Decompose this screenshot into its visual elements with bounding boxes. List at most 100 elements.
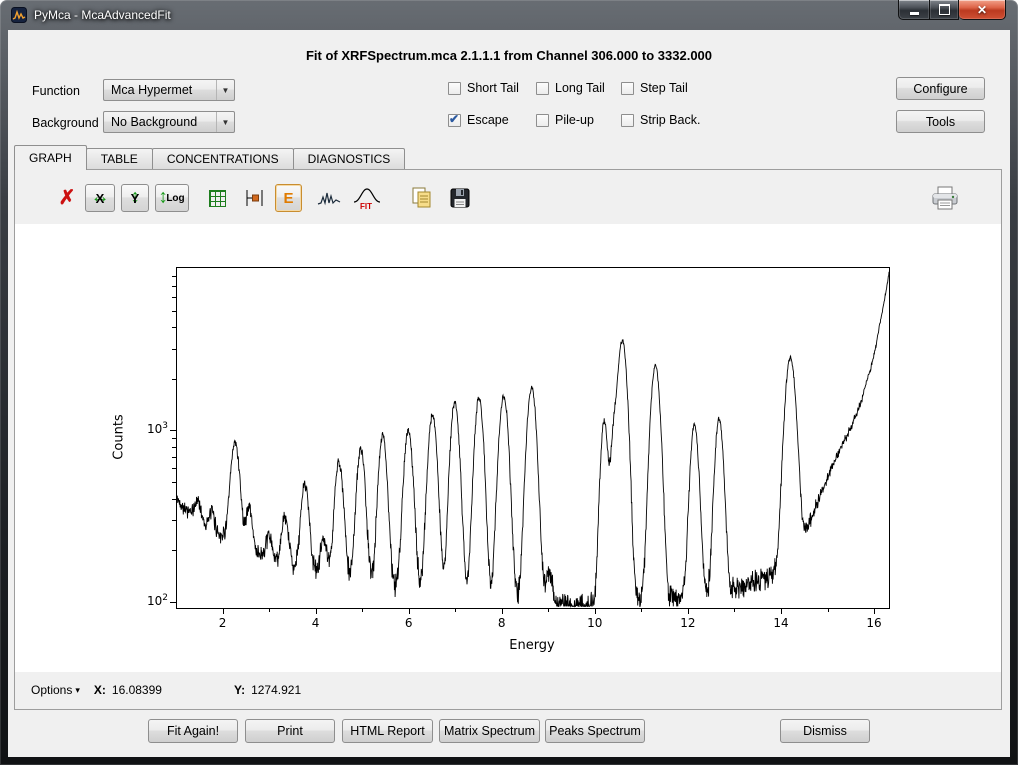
checkbox-strip-back[interactable]: Strip Back. xyxy=(621,113,700,127)
tick-mark xyxy=(170,430,176,431)
window-content: Fit of XRFSpectrum.mca 2.1.1.1 from Chan… xyxy=(8,30,1010,757)
fit-header-title: Fit of XRFSpectrum.mca 2.1.1.1 from Chan… xyxy=(8,48,1010,63)
dismiss-button[interactable]: Dismiss xyxy=(780,719,870,743)
minimize-button[interactable] xyxy=(898,0,930,20)
function-label: Function xyxy=(32,84,80,98)
cursor-x-value: 16.08399 xyxy=(112,683,162,697)
derivative-plot-icon[interactable] xyxy=(316,184,342,212)
spectrum-curve xyxy=(177,272,889,607)
tab-concentrations[interactable]: CONCENTRATIONS xyxy=(152,148,294,169)
tick-mark xyxy=(455,609,456,612)
fit-icon[interactable]: FIT xyxy=(352,184,382,212)
peaks-spectrum-button[interactable]: Peaks Spectrum xyxy=(545,719,645,743)
graph-tab-panel: ✗ ↔ X ↕ Y ↕ Log E xyxy=(14,169,1002,710)
tick-mark xyxy=(172,468,176,469)
tick-mark xyxy=(172,499,176,500)
tick-mark xyxy=(688,609,689,614)
cursor-y-value: 1274.921 xyxy=(251,683,301,697)
grid-toggle-icon[interactable] xyxy=(205,184,229,212)
fit-again-button[interactable]: Fit Again! xyxy=(148,719,238,743)
tick-mark xyxy=(595,609,596,614)
html-report-button[interactable]: HTML Report xyxy=(342,719,433,743)
y-axis-title: Counts xyxy=(112,414,127,459)
options-button[interactable]: Options ▾ xyxy=(31,683,80,697)
window-title: PyMca - McaAdvancedFit xyxy=(34,8,171,22)
x-tick-label: 8 xyxy=(498,616,506,630)
tick-mark xyxy=(172,349,176,350)
options-label: Options xyxy=(31,683,72,697)
x-tick-label: 16 xyxy=(866,616,881,630)
app-window: PyMca - McaAdvancedFit ✕ Fit of XRFSpect… xyxy=(0,0,1018,765)
configure-button[interactable]: Configure xyxy=(896,77,985,100)
energy-toggle-button[interactable]: E xyxy=(275,184,302,212)
energy-label: E xyxy=(283,190,293,207)
tick-mark xyxy=(874,609,875,614)
chevron-down-icon: ▼ xyxy=(216,112,234,132)
y-autoscale-label: Y xyxy=(131,191,140,206)
checkbox-box xyxy=(536,82,549,95)
print-button[interactable]: Print xyxy=(245,719,335,743)
tab-graph[interactable]: GRAPH xyxy=(14,145,87,170)
tick-mark xyxy=(641,609,642,612)
minimize-icon xyxy=(910,12,919,15)
checkbox-label: Long Tail xyxy=(555,81,605,95)
y-autoscale-button[interactable]: ↕ Y xyxy=(121,184,149,212)
background-combobox-value: No Background xyxy=(111,115,197,129)
x-tick-label: 4 xyxy=(312,616,320,630)
checkbox-short-tail[interactable]: Short Tail xyxy=(448,81,519,95)
tick-mark xyxy=(172,297,176,298)
tick-mark xyxy=(409,609,410,614)
matrix-spectrum-button[interactable]: Matrix Spectrum xyxy=(439,719,540,743)
maximize-button[interactable] xyxy=(930,0,959,20)
tick-mark xyxy=(172,457,176,458)
print-icon[interactable] xyxy=(929,184,961,212)
log-scale-button[interactable]: ↕ Log xyxy=(155,184,189,212)
background-label: Background xyxy=(32,116,99,130)
log-label: Log xyxy=(166,193,184,204)
copy-to-clipboard-icon[interactable] xyxy=(408,184,436,212)
tick-mark xyxy=(269,609,270,612)
titlebar[interactable]: PyMca - McaAdvancedFit ✕ xyxy=(0,0,1018,30)
tick-mark xyxy=(362,609,363,612)
checkbox-long-tail[interactable]: Long Tail xyxy=(536,81,605,95)
app-icon xyxy=(11,7,27,23)
function-combobox[interactable]: Mca Hypermet ▼ xyxy=(103,79,235,101)
tools-button[interactable]: Tools xyxy=(896,110,985,133)
x-tick-label: 6 xyxy=(405,616,413,630)
tab-table[interactable]: TABLE xyxy=(86,148,153,169)
spectrum-plot-canvas[interactable] xyxy=(177,268,889,608)
x-tick-label: 10 xyxy=(587,616,602,630)
checkbox-label: Strip Back. xyxy=(640,113,700,127)
tab-diagnostics[interactable]: DIAGNOSTICS xyxy=(293,148,406,169)
x-tick-label: 14 xyxy=(773,616,788,630)
checkbox-step-tail[interactable]: Step Tail xyxy=(621,81,688,95)
checkbox-pile-up[interactable]: Pile-up xyxy=(536,113,594,127)
zoom-reset-icon[interactable]: ✗ xyxy=(55,184,79,212)
tick-mark xyxy=(172,520,176,521)
tick-mark xyxy=(781,609,782,614)
tick-mark xyxy=(172,447,176,448)
x-tick-label: 12 xyxy=(680,616,695,630)
x-autoscale-button[interactable]: ↔ X xyxy=(85,184,115,212)
background-combobox[interactable]: No Background ▼ xyxy=(103,111,235,133)
peak-markers-icon[interactable] xyxy=(241,184,267,212)
plot-frame[interactable] xyxy=(176,267,890,609)
tick-mark xyxy=(172,276,176,277)
status-row: Options ▾ X: 16.08399 Y: 1274.921 xyxy=(15,672,1001,708)
tick-mark xyxy=(502,609,503,614)
fit-icon-text: FIT xyxy=(360,202,372,210)
cursor-y-label: Y: xyxy=(234,683,245,697)
x-tick-label: 2 xyxy=(219,616,227,630)
tick-mark xyxy=(172,311,176,312)
close-icon: ✕ xyxy=(977,3,987,17)
checkbox-label: Step Tail xyxy=(640,81,688,95)
chevron-down-icon: ▼ xyxy=(216,80,234,100)
checkbox-label: Pile-up xyxy=(555,113,594,127)
tick-mark xyxy=(828,609,829,612)
chevron-down-icon: ▾ xyxy=(75,685,80,696)
checkbox-escape[interactable]: Escape xyxy=(448,113,509,127)
close-button[interactable]: ✕ xyxy=(959,0,1006,20)
save-icon[interactable] xyxy=(446,184,474,212)
tick-mark xyxy=(172,438,176,439)
plot-toolbar: ✗ ↔ X ↕ Y ↕ Log E xyxy=(15,176,1001,220)
